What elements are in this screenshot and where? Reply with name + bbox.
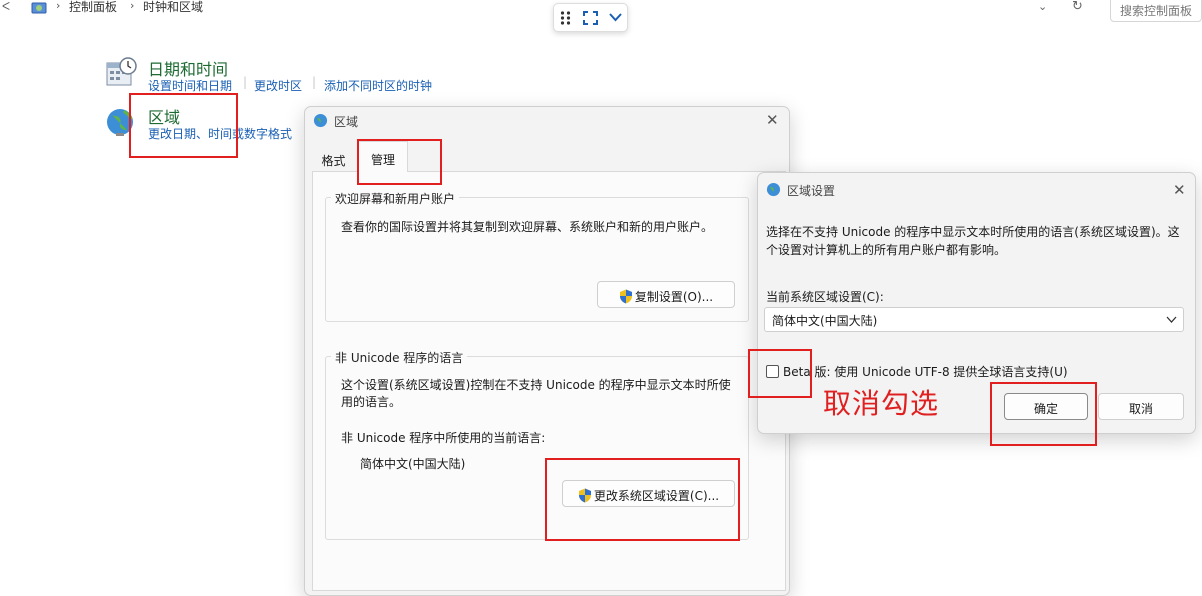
chevron-down-icon (1166, 316, 1177, 323)
welcome-group-text: 查看你的国际设置并将其复制到欢迎屏幕、系统账户和新的用户账户。 (341, 220, 714, 234)
set-time-date-link[interactable]: 设置时间和日期 (148, 77, 232, 94)
current-language-value: 简体中文(中国大陆) (360, 457, 466, 471)
change-timezone-link[interactable]: 更改时区 (254, 77, 302, 94)
locale-description-line1: 选择在不支持 Unicode 的程序中显示文本时所使用的语言(系统区域设置)。这 (766, 225, 1180, 239)
cancel-button[interactable]: 取消 (1098, 393, 1184, 420)
annotation-highlight-ok (990, 382, 1097, 446)
beta-utf8-label[interactable]: Beta 版: 使用 Unicode UTF-8 提供全球语言支持(U) (783, 363, 1068, 380)
breadcrumb-control-panel[interactable]: 控制面板 (69, 0, 117, 15)
breadcrumb-separator-icon: › (56, 0, 61, 12)
unicode-group-text-line1: 这个设置(系统区域设置)控制在不支持 Unicode 的程序中显示文本时所使 (341, 378, 731, 392)
add-clocks-link[interactable]: 添加不同时区的时钟 (324, 77, 432, 94)
unicode-group-legend: 非 Unicode 程序的语言 (331, 349, 468, 366)
annotation-highlight-change-button (545, 458, 740, 541)
screenshot-region-icon[interactable] (583, 11, 598, 25)
locale-dialog-title: 区域设置 (787, 184, 836, 198)
floating-toolbar (553, 3, 628, 32)
annotation-highlight-checkbox (748, 349, 812, 398)
datetime-icon[interactable] (105, 57, 137, 92)
annotation-highlight-region (129, 93, 238, 158)
control-panel-icon (31, 2, 47, 19)
annotation-uncheck-text: 取消勾选 (823, 387, 940, 420)
copy-settings-button[interactable]: 复制设置(O)... (597, 281, 735, 308)
cancel-label: 取消 (1128, 402, 1153, 416)
tab-format-label: 格式 (321, 154, 346, 168)
link-divider: | (243, 75, 248, 89)
unicode-group-text-line2: 用的语言。 (341, 395, 402, 409)
search-placeholder: 搜索控制面板 (1120, 4, 1193, 18)
system-locale-select[interactable]: 简体中文(中国大陆) (764, 307, 1184, 332)
tab-format[interactable]: 格式 (312, 146, 355, 172)
locale-dialog-globe-icon (766, 182, 781, 200)
refresh-icon[interactable]: ↻ (1072, 0, 1083, 14)
back-chevron-icon[interactable]: ᐸ (2, 0, 10, 13)
chevron-down-icon[interactable] (609, 13, 622, 22)
current-language-label: 非 Unicode 程序中所使用的当前语言: (341, 431, 546, 445)
welcome-group-legend: 欢迎屏幕和新用户账户 (331, 190, 460, 207)
annotation-highlight-tab (357, 139, 442, 185)
region-dialog-globe-icon (313, 113, 328, 131)
uac-shield-icon (619, 289, 632, 304)
drag-handle-icon[interactable] (560, 11, 572, 25)
copy-settings-label: 复制设置(O)... (634, 290, 714, 304)
link-divider: | (312, 75, 317, 89)
history-dropdown-icon[interactable]: ⌄ (1038, 0, 1047, 13)
close-icon[interactable]: ✕ (1173, 181, 1186, 199)
breadcrumb-clock-region[interactable]: 时钟和区域 (143, 0, 203, 15)
search-input[interactable]: 搜索控制面板 (1110, 0, 1202, 22)
system-locale-value: 简体中文(中国大陆) (772, 314, 878, 328)
current-locale-label: 当前系统区域设置(C): (766, 290, 884, 304)
close-icon[interactable]: ✕ (766, 111, 779, 129)
locale-description-line2: 个设置对计算机上的所有用户账户都有影响。 (766, 243, 1007, 257)
breadcrumb-separator-icon: › (130, 0, 135, 12)
region-dialog-title: 区域 (334, 115, 359, 129)
